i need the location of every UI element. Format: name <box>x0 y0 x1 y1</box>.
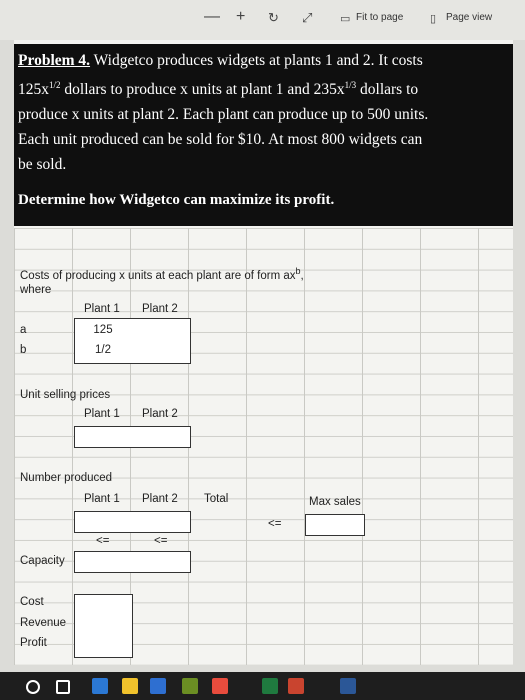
problem-text: Problem 4. Widgetco produces widgets at … <box>18 48 506 177</box>
store-icon[interactable] <box>182 678 198 694</box>
page-view-icon: ▯ <box>430 13 437 25</box>
a-label: a <box>20 324 27 336</box>
zoom-in-button[interactable]: + <box>236 8 245 26</box>
max-sales-box[interactable] <box>305 514 365 536</box>
problem-line-2b: dollars to produce x units at plant 1 an… <box>60 81 345 99</box>
powerpoint-icon[interactable] <box>288 678 304 694</box>
cost-title: Costs of producing x units at each plant… <box>20 266 304 282</box>
selling-price-box[interactable] <box>74 426 191 448</box>
zoom-out-button[interactable]: — <box>204 8 220 26</box>
plant2-header: Plant 2 <box>142 303 178 315</box>
task-view-icon[interactable] <box>56 680 70 694</box>
top-toolbar: — + ↻ ⤢ ▭ Fit to page ▯ Page view <box>0 0 525 40</box>
profit-label: Profit <box>20 637 47 649</box>
unit-selling-label: Unit selling prices <box>20 389 111 401</box>
fit-to-page-button[interactable]: Fit to page <box>356 12 403 23</box>
problem-line-2c: dollars to <box>356 81 419 99</box>
cost-revenue-profit-box[interactable] <box>74 594 133 658</box>
fit-to-page-icon: ▭ <box>340 13 351 25</box>
problem-line-4: Each unit produced can be sold for $10. … <box>18 131 423 149</box>
problem-lead: Problem 4. <box>18 52 91 69</box>
plant1-header: Plant 1 <box>84 303 120 315</box>
problem-line-2a: 125x <box>18 81 49 99</box>
problem-task: Determine how Widgetco can maximize its … <box>18 192 335 208</box>
problem-line-3: produce x units at plant 2. Each plant c… <box>18 106 429 124</box>
rotate-icon[interactable]: ↻ <box>268 10 279 26</box>
max-sales-header: Max sales <box>309 496 361 508</box>
windows-taskbar <box>0 672 525 700</box>
total-le-sign: <= <box>268 518 282 530</box>
edge-icon[interactable] <box>92 678 108 694</box>
page-view-button[interactable]: Page view <box>446 12 492 23</box>
app-icon-red[interactable] <box>212 678 228 694</box>
problem-line-5: be sold. <box>18 156 67 174</box>
exponent-2: 1/3 <box>344 80 357 90</box>
capacity-box[interactable] <box>74 551 191 573</box>
cost-label: Cost <box>20 596 44 608</box>
prod-plant2-header: Plant 2 <box>142 493 178 505</box>
a-plant1-cell[interactable]: 125 <box>74 324 132 336</box>
exponent-1: 1/2 <box>49 80 61 90</box>
app-icon[interactable] <box>150 678 166 694</box>
problem-line-1: Widgetco produces widgets at plants 1 an… <box>90 52 423 69</box>
total-header: Total <box>204 493 229 505</box>
b-plant1-cell[interactable]: 1/2 <box>74 344 132 356</box>
where-label: where <box>20 284 52 296</box>
price-plant2-header: Plant 2 <box>142 408 178 420</box>
word-icon[interactable] <box>340 678 356 694</box>
plant2-le-sign: <= <box>154 535 168 547</box>
problem-banner: Problem 4. Widgetco produces widgets at … <box>14 44 513 226</box>
b-label: b <box>20 344 27 356</box>
number-produced-label: Number produced <box>20 472 113 484</box>
capacity-label: Capacity <box>20 555 65 567</box>
excel-icon[interactable] <box>262 678 278 694</box>
plant1-le-sign: <= <box>96 535 110 547</box>
prod-plant1-header: Plant 1 <box>84 493 120 505</box>
revenue-label: Revenue <box>20 617 67 629</box>
file-explorer-icon[interactable] <box>122 678 138 694</box>
expand-icon[interactable]: ⤢ <box>302 10 312 26</box>
price-plant1-header: Plant 1 <box>84 408 120 420</box>
number-produced-box[interactable] <box>74 511 191 533</box>
search-icon[interactable] <box>26 680 40 694</box>
